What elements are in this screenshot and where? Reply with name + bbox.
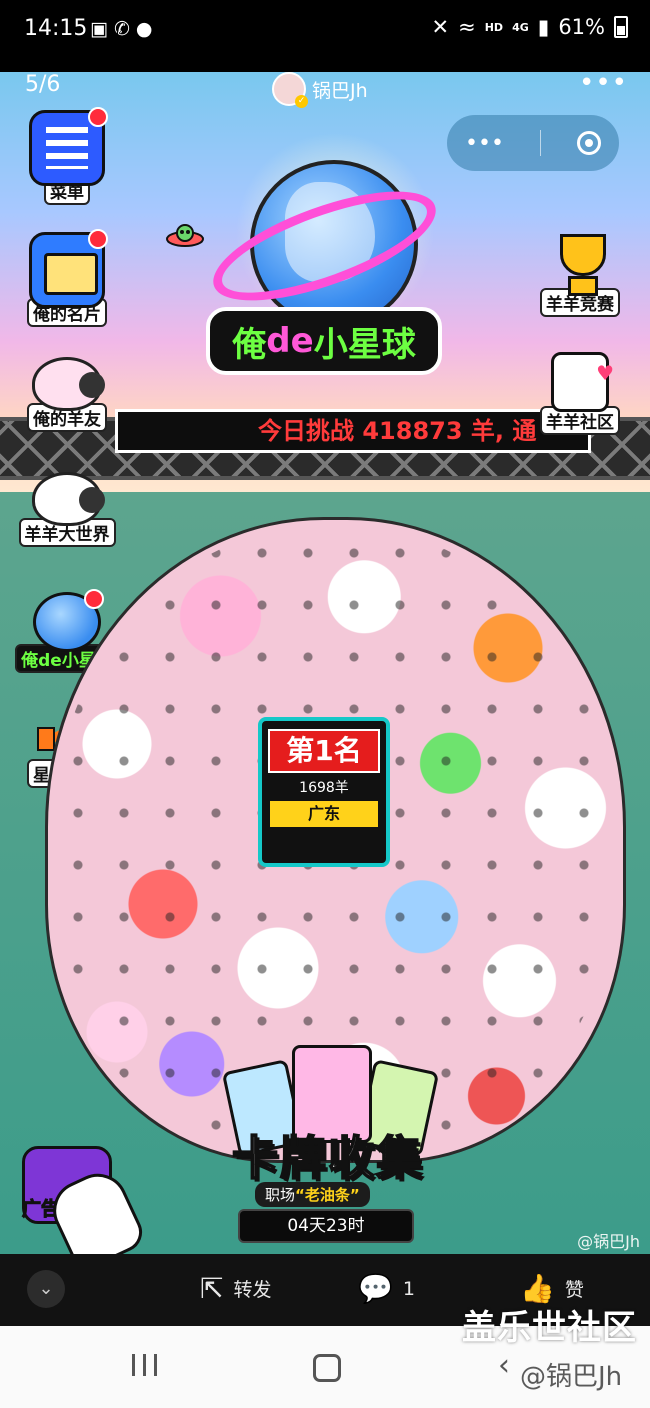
game-screen[interactable]: 5/6 锅巴Jh ••• ••• 俺de小星球 今日挑战 418873 羊, 通… bbox=[0, 72, 650, 1254]
list-icon bbox=[29, 107, 108, 186]
forum-watermark-author: @锅巴Jh bbox=[520, 1362, 623, 1392]
chevron-down-icon: ⌄ bbox=[38, 1278, 54, 1299]
comment-count: 1 bbox=[402, 1277, 415, 1300]
badge-dot bbox=[88, 107, 108, 127]
card-collection-timer: 04天23时 bbox=[238, 1209, 414, 1243]
status-time: 14:15 bbox=[24, 16, 88, 41]
card-collection-subtitle: 职场“老油条” bbox=[255, 1182, 370, 1207]
back-button[interactable]: ‹ bbox=[498, 1348, 510, 1383]
capsule-more-button[interactable]: ••• bbox=[465, 131, 504, 156]
card-subtitle-prefix: 职场 bbox=[265, 1186, 296, 1204]
gallery-icon: ▣ bbox=[90, 18, 114, 40]
recents-button[interactable] bbox=[132, 1354, 158, 1376]
battery-icon bbox=[614, 16, 628, 38]
card-subtitle-highlight: “老油条” bbox=[295, 1186, 360, 1204]
video-watermark: @锅巴Jh bbox=[577, 1232, 640, 1251]
sheep-world-icon bbox=[32, 472, 105, 526]
capsule-divider bbox=[539, 130, 541, 156]
like-label: 赞 bbox=[564, 1279, 584, 1301]
my-friends-button[interactable]: 俺的羊友 bbox=[15, 357, 119, 432]
wifi-icon: ≈ bbox=[458, 15, 476, 39]
sheep-competition-button[interactable]: 羊羊竞赛 bbox=[528, 232, 632, 317]
hd-indicator: HD bbox=[484, 20, 504, 34]
miniprogram-capsule: ••• bbox=[447, 115, 619, 171]
ticker-text: 今日挑战 418873 羊, 通 bbox=[258, 417, 537, 445]
author-name[interactable]: 锅巴Jh bbox=[312, 76, 368, 103]
rank-region: 广东 bbox=[270, 801, 378, 827]
comment-icon: 💬 bbox=[358, 1272, 393, 1305]
forum-watermark: 盖乐世社区 bbox=[462, 1308, 637, 1348]
author-info[interactable]: 锅巴Jh bbox=[272, 72, 368, 108]
card-collection-title[interactable]: 卡牌收集 bbox=[218, 1122, 438, 1188]
my-card-button[interactable]: 俺的名片 bbox=[15, 229, 119, 327]
menu-button[interactable]: 菜单 bbox=[15, 107, 119, 205]
more-options-button[interactable]: ••• bbox=[579, 72, 628, 98]
signal-icon: ▮ bbox=[537, 15, 550, 39]
network-type: 4G bbox=[512, 20, 529, 34]
capsule-close-button[interactable] bbox=[576, 131, 601, 155]
card-graphic bbox=[44, 253, 98, 295]
challenge-ticker: 今日挑战 418873 羊, 通 bbox=[115, 409, 591, 453]
share-button[interactable]: ⇱ 转发 bbox=[200, 1272, 271, 1305]
sheep-friends-icon bbox=[32, 357, 105, 411]
badge-dot bbox=[88, 229, 108, 249]
page-indicator: 5/6 bbox=[25, 72, 61, 97]
rank-board[interactable]: 第1名 1698羊 广东 bbox=[258, 717, 390, 867]
planet-icon bbox=[33, 589, 104, 652]
planet-title-button[interactable]: 俺 de 小星球 bbox=[206, 307, 442, 375]
menu-lines bbox=[46, 127, 88, 169]
comment-button[interactable]: 💬 1 bbox=[358, 1272, 415, 1305]
notification-icons: ▣✆● bbox=[90, 18, 158, 40]
ufo-icon bbox=[166, 224, 204, 247]
planet-title-part2: de bbox=[266, 321, 314, 361]
sheep-world-button[interactable]: 羊羊大世界 bbox=[15, 472, 119, 547]
author-avatar[interactable] bbox=[272, 72, 308, 108]
planet-title-part3: 小星球 bbox=[313, 324, 416, 365]
share-label: 转发 bbox=[233, 1279, 272, 1301]
phone-wifi-icon: ✆ bbox=[113, 18, 136, 40]
collapse-button[interactable]: ⌄ bbox=[27, 1270, 65, 1308]
home-button[interactable] bbox=[313, 1354, 341, 1382]
card-icon bbox=[29, 229, 108, 308]
mute-icon: ✕ bbox=[431, 15, 450, 39]
rank-title: 第1名 bbox=[268, 729, 380, 773]
status-right: ✕ ≈ HD 4G ▮ 61% bbox=[431, 15, 628, 39]
battery-percent: 61% bbox=[558, 15, 605, 39]
trophy-icon bbox=[548, 232, 612, 296]
sheep-community-button[interactable]: 羊羊社区 bbox=[528, 352, 632, 435]
chat-icon: ● bbox=[135, 18, 159, 40]
badge-dot bbox=[84, 589, 104, 609]
share-icon: ⇱ bbox=[200, 1272, 224, 1305]
community-icon bbox=[551, 352, 614, 412]
rank-count: 1698羊 bbox=[299, 780, 349, 796]
status-bar: 14:15 ▣✆● ✕ ≈ HD 4G ▮ 61% bbox=[0, 0, 650, 72]
planet-title-part1: 俺 bbox=[232, 324, 267, 365]
